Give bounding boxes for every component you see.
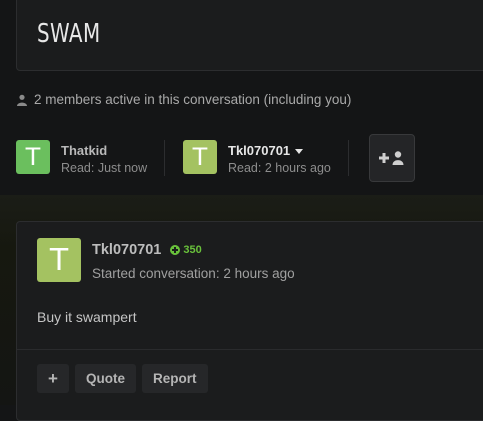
participant-name[interactable]: Thatkid [61,143,147,158]
plus-user-icon [379,151,404,165]
participant-read-status: Read: Just now [61,161,148,175]
participant-thatkid[interactable]: T Thatkid Read: Just now [16,140,147,175]
active-members-line: 2 members active in this conversation (i… [16,92,351,107]
reputation-badge[interactable]: 350 [170,244,202,256]
participant-tkl070701[interactable]: T Tkl070701 Read: 2 hours ago [183,140,331,175]
post-actions: + Quote Report [37,364,208,393]
page-title: SWAM [37,19,101,49]
quote-button[interactable]: Quote [75,364,136,393]
post-body: Buy it swampert [37,309,137,325]
avatar[interactable]: T [16,140,50,174]
report-button[interactable]: Report [142,364,208,393]
add-participant-button[interactable] [369,134,415,182]
active-members-text: 2 members active in this conversation (i… [34,92,352,107]
avatar[interactable]: T [37,238,81,282]
user-icon [17,94,27,106]
divider [164,140,165,176]
participants-bar: T Thatkid Read: Just now T Tkl070701 Rea… [16,134,483,182]
post-author-name[interactable]: Tkl070701 [92,242,161,258]
plus-circle-icon [170,245,181,255]
multiquote-button[interactable]: + [37,364,69,393]
participant-name-menu[interactable]: Tkl070701 [228,143,331,158]
participant-read-status: Read: 2 hours ago [228,161,331,175]
conversation-header: SWAM [16,0,483,71]
post-timestamp: Started conversation: 2 hours ago [92,266,295,281]
message-post: T Tkl070701 350 Started conversation: 2 … [16,221,483,421]
divider [17,349,483,350]
caret-down-icon [295,148,304,154]
avatar[interactable]: T [183,140,217,174]
divider [348,140,349,176]
